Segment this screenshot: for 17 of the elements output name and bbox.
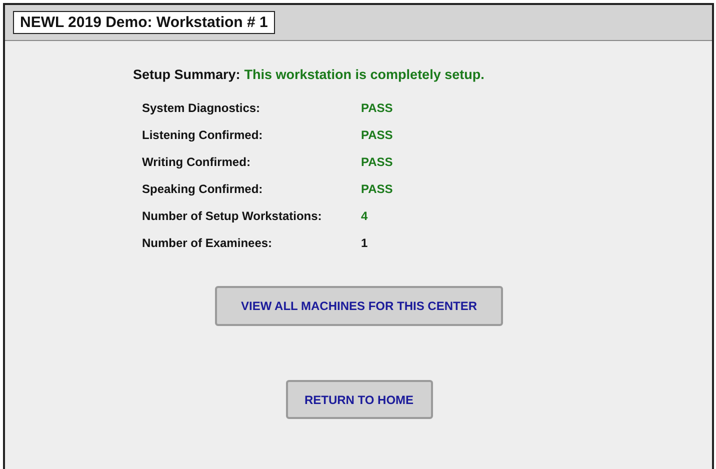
field-label: Number of Examinees: <box>142 235 274 251</box>
window-title: NEWL 2019 Demo: Workstation # 1 <box>13 11 275 34</box>
field-label: Writing Confirmed: <box>142 154 252 170</box>
field-label: Listening Confirmed: <box>142 127 264 143</box>
field-value: PASS <box>361 100 394 116</box>
field-value: PASS <box>361 127 394 143</box>
summary-label: Setup Summary: <box>133 67 240 82</box>
field-label: System Diagnostics: <box>142 100 262 116</box>
field-value: 1 <box>361 235 369 251</box>
view-machines-button[interactable]: VIEW ALL MACHINES FOR THIS CENTER <box>215 286 503 326</box>
summary-message: This workstation is completely setup. <box>244 67 484 82</box>
field-value: 4 <box>361 208 369 224</box>
field-label: Number of Setup Workstations: <box>142 208 323 224</box>
return-home-button[interactable]: RETURN TO HOME <box>286 380 432 419</box>
field-value: PASS <box>361 154 394 170</box>
field-value: PASS <box>361 181 394 197</box>
field-label: Speaking Confirmed: <box>142 181 264 197</box>
